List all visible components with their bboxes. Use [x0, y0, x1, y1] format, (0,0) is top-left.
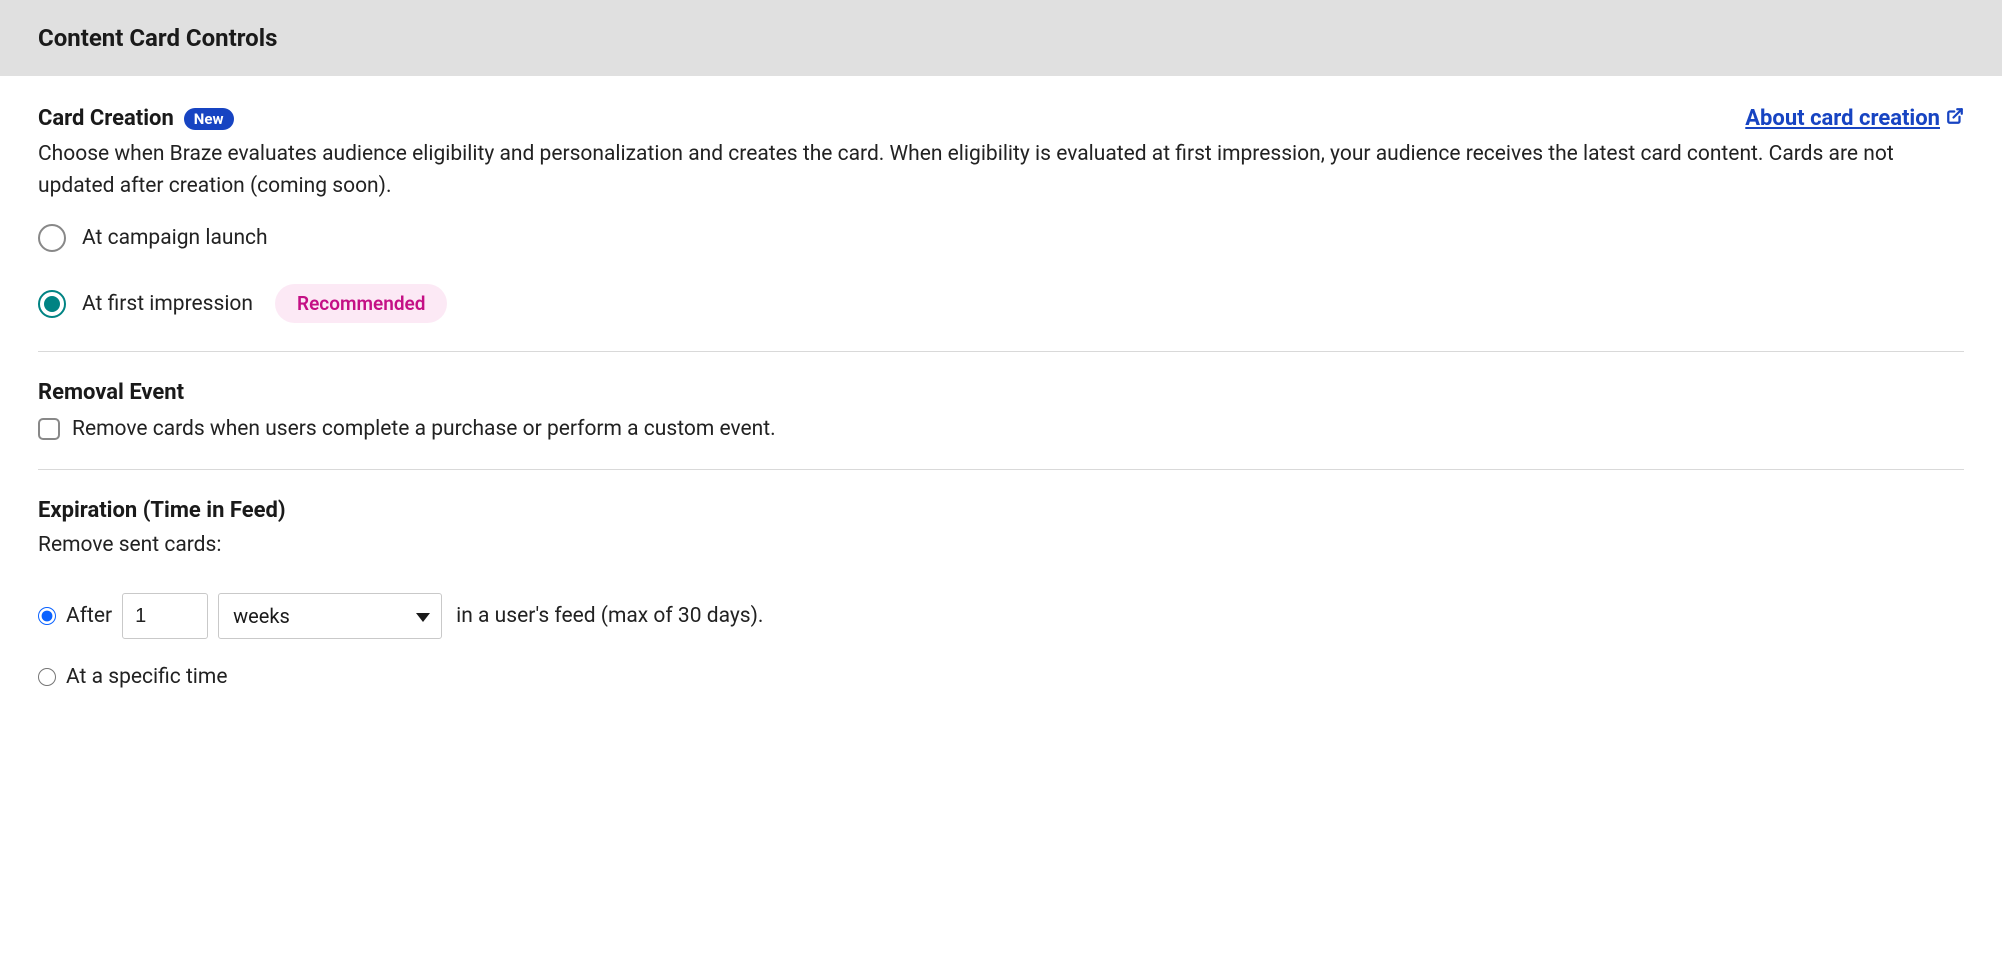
radio-option-campaign-launch[interactable]: At campaign launch: [38, 224, 1964, 252]
expiration-specific-time-row: At a specific time: [38, 665, 1964, 689]
section-header-row: Card Creation New About card creation: [38, 106, 1964, 131]
radio-circle-unselected[interactable]: [38, 224, 66, 252]
external-link-icon: [1946, 106, 1964, 131]
radio-after[interactable]: [38, 607, 56, 625]
after-number-input[interactable]: [122, 593, 208, 639]
radio-label-launch: At campaign launch: [82, 226, 268, 250]
expiration-section: Expiration (Time in Feed) Remove sent ca…: [38, 498, 1964, 689]
new-badge: New: [184, 108, 234, 130]
expiration-options: After weeks in a user's feed (max of 30 …: [38, 593, 1964, 689]
recommended-pill: Recommended: [275, 284, 447, 323]
page-header: Content Card Controls: [0, 0, 2002, 76]
card-creation-description: Choose when Braze evaluates audience eli…: [38, 139, 1964, 202]
removal-event-title: Removal Event: [38, 380, 1964, 405]
card-creation-radio-group: At campaign launch At first impression R…: [38, 224, 1964, 323]
content-area: Card Creation New About card creation Ch…: [0, 76, 2002, 755]
about-link-text: About card creation: [1745, 106, 1940, 131]
radio-option-first-impression[interactable]: At first impression Recommended: [38, 284, 1964, 323]
about-card-creation-link[interactable]: About card creation: [1745, 106, 1964, 131]
removal-event-section: Removal Event Remove cards when users co…: [38, 380, 1964, 441]
divider: [38, 351, 1964, 352]
removal-checkbox-row[interactable]: Remove cards when users complete a purch…: [38, 417, 1964, 441]
unit-select-box[interactable]: weeks: [218, 593, 442, 639]
radio-circle-selected[interactable]: [38, 290, 66, 318]
page-title: Content Card Controls: [38, 24, 1964, 52]
card-creation-section: Card Creation New About card creation Ch…: [38, 106, 1964, 323]
radio-label-impression: At first impression: [82, 292, 253, 316]
unit-select[interactable]: weeks: [218, 593, 442, 639]
specific-time-label: At a specific time: [66, 665, 227, 689]
removal-checkbox[interactable]: [38, 418, 60, 440]
after-suffix-text: in a user's feed (max of 30 days).: [456, 604, 763, 628]
removal-checkbox-label: Remove cards when users complete a purch…: [72, 417, 776, 441]
expiration-after-row: After weeks in a user's feed (max of 30 …: [38, 593, 1964, 639]
radio-specific-time[interactable]: [38, 668, 56, 686]
card-creation-title: Card Creation: [38, 106, 174, 131]
expiration-sublabel: Remove sent cards:: [38, 533, 1964, 557]
expiration-title: Expiration (Time in Feed): [38, 498, 1964, 523]
radio-inner-dot: [44, 296, 60, 312]
unit-select-value: weeks: [233, 604, 290, 628]
section-title-wrap: Card Creation New: [38, 106, 234, 131]
divider: [38, 469, 1964, 470]
after-label: After: [66, 604, 112, 628]
